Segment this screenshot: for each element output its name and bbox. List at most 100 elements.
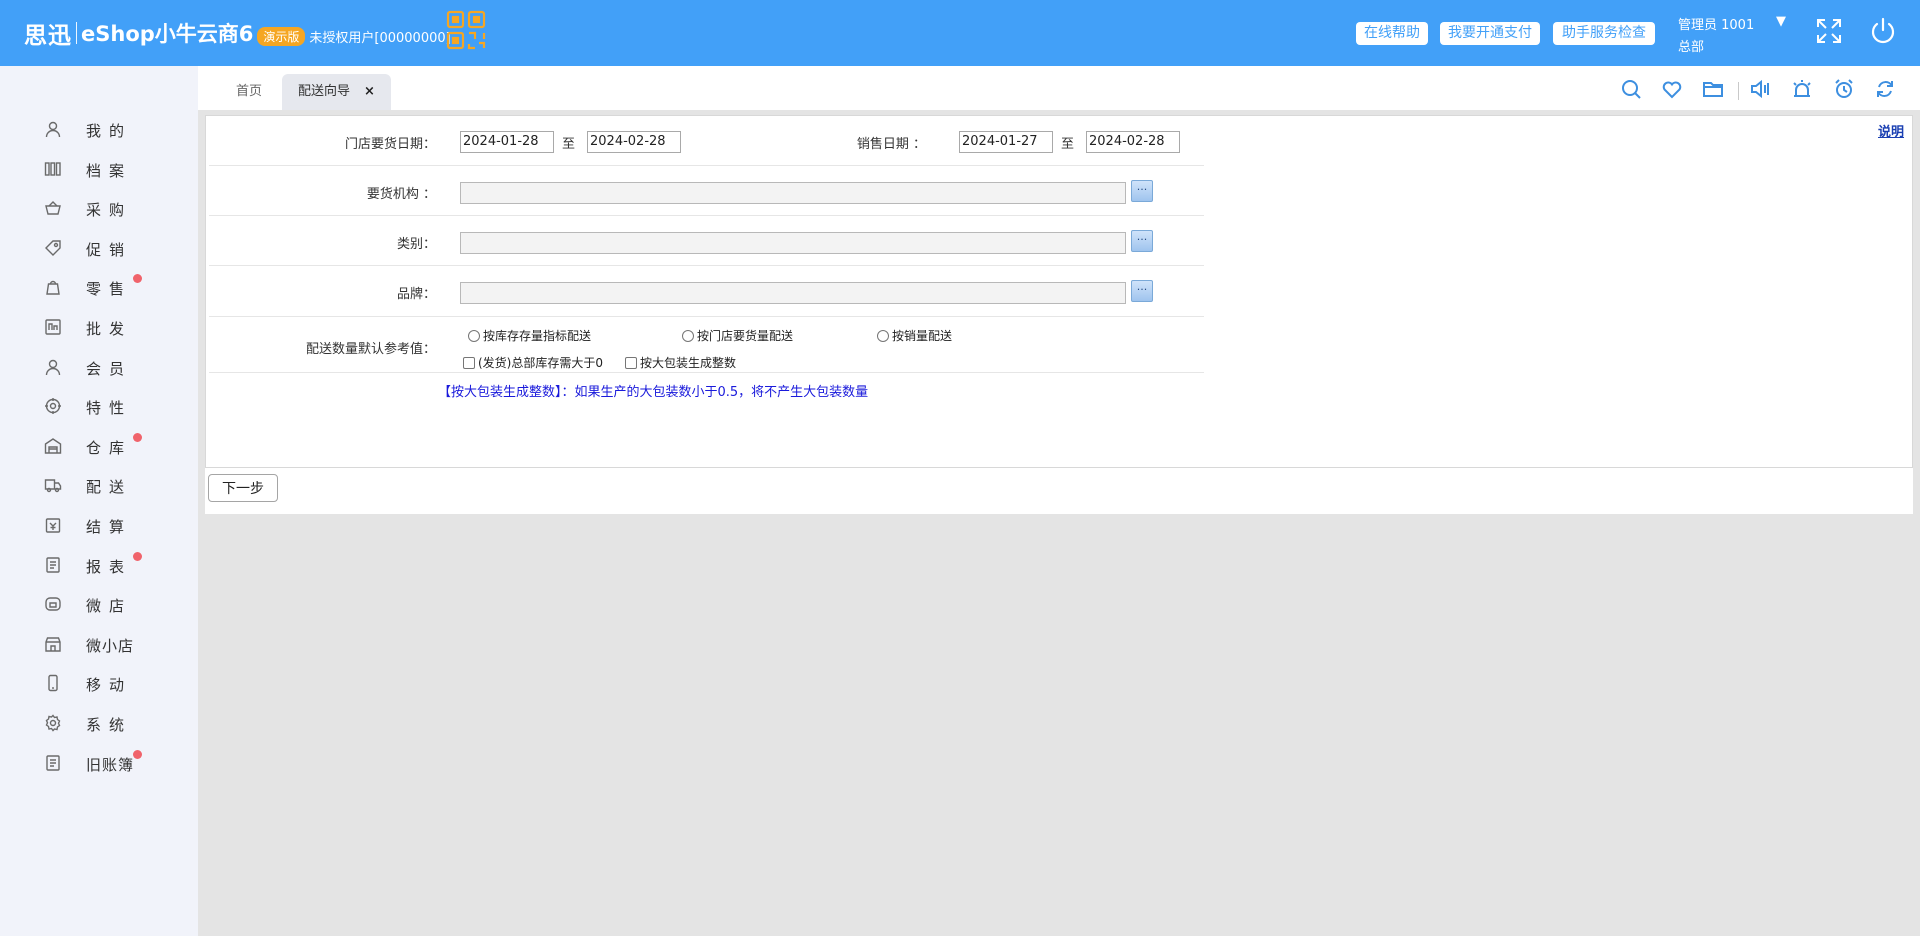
- archive-icon: [44, 161, 61, 176]
- sidebar-item-0[interactable]: 我的: [0, 114, 198, 144]
- tab-bar: 首页 配送向导 ×: [198, 66, 1920, 110]
- tab-home[interactable]: 首页: [236, 74, 262, 110]
- sidebar-item-16[interactable]: 旧账簿: [0, 748, 198, 778]
- radio-circle[interactable]: [877, 329, 889, 342]
- notification-dot: [133, 551, 142, 561]
- truck-icon: [44, 479, 62, 493]
- sidebar-item-label: 采购: [86, 201, 133, 220]
- user-icon: [45, 121, 61, 138]
- top-header: 思迅 eShop小牛云商6 演示版 未授权用户[00000000] 在线帮助 我…: [0, 0, 1920, 66]
- brand-label: 品牌：: [396, 287, 436, 302]
- row-divider: [209, 372, 1204, 373]
- category-input[interactable]: [460, 232, 1126, 254]
- brand-name: eShop小牛云商6: [81, 22, 254, 46]
- sidebar-item-2[interactable]: 采购: [0, 193, 198, 223]
- notification-dot: [133, 749, 142, 759]
- sidebar-item-label: 会员: [86, 359, 133, 378]
- store-date-from-input[interactable]: 2024-01-28: [460, 131, 554, 153]
- wholesale-icon: [45, 319, 61, 335]
- assistant-check-button[interactable]: 助手服务检查: [1553, 22, 1655, 45]
- sidebar-item-10[interactable]: 结算: [0, 510, 198, 540]
- org-input[interactable]: [460, 182, 1126, 204]
- sidebar-item-6[interactable]: 会员: [0, 352, 198, 382]
- sidebar-item-label: 配送: [86, 478, 133, 497]
- demo-badge: 演示版: [257, 26, 306, 46]
- speaker-icon[interactable]: [1749, 78, 1771, 100]
- search-icon[interactable]: [1620, 78, 1642, 100]
- brand-logo: 思迅 eShop小牛云商6 演示版 未授权用户[00000000]: [24, 16, 451, 50]
- settlement-icon: [45, 518, 61, 533]
- sidebar-item-12[interactable]: 微店: [0, 589, 198, 619]
- checkbox-box[interactable]: [463, 356, 475, 369]
- sidebar-item-label: 零售: [86, 280, 133, 299]
- open-payment-button[interactable]: 我要开通支付: [1440, 22, 1540, 45]
- sidebar-item-label: 结算: [86, 518, 133, 536]
- sidebar-item-9[interactable]: 配送: [0, 470, 198, 500]
- category-label: 类别：: [396, 237, 436, 252]
- next-step-button[interactable]: 下一步: [208, 474, 278, 502]
- user-dropdown-icon[interactable]: ▼: [1776, 14, 1786, 29]
- tab-delivery-wizard[interactable]: 配送向导 ×: [282, 74, 391, 110]
- sidebar-item-label: 微店: [86, 597, 133, 616]
- power-icon[interactable]: [1868, 16, 1898, 46]
- tag-icon: [45, 240, 61, 256]
- check-hq-stock[interactable]: (发货)总部库存需大于0: [463, 354, 603, 371]
- sidebar-item-13[interactable]: 微小店: [0, 629, 198, 659]
- user-org: 总部: [1678, 40, 1705, 55]
- brand-picker-button[interactable]: ···: [1131, 280, 1153, 302]
- sidebar-item-1[interactable]: 档案: [0, 154, 198, 184]
- unauthorized-user-text: 未授权用户[00000000]: [309, 30, 451, 46]
- checkbox-box[interactable]: [625, 356, 637, 369]
- row-divider: [209, 316, 1204, 317]
- ledger-icon: [46, 754, 60, 771]
- feature-icon: [45, 398, 61, 415]
- store-date-to-input[interactable]: 2024-02-28: [587, 131, 681, 153]
- alarm-clock-icon[interactable]: [1833, 78, 1855, 100]
- sales-date-from-input[interactable]: 2024-01-27: [959, 131, 1053, 153]
- radio-circle[interactable]: [468, 329, 480, 342]
- radio-by-stock[interactable]: 按库存存量指标配送: [468, 327, 591, 344]
- radio-circle[interactable]: [682, 329, 694, 342]
- bag-icon: [46, 281, 60, 296]
- store-date-to-word: 至: [562, 137, 576, 152]
- sidebar-item-5[interactable]: 批发: [0, 312, 198, 342]
- org-picker-button[interactable]: ···: [1131, 180, 1153, 202]
- sidebar-item-7[interactable]: 特性: [0, 391, 198, 421]
- tab-close-icon[interactable]: ×: [364, 84, 375, 99]
- category-picker-button[interactable]: ···: [1131, 230, 1153, 252]
- notification-dot: [133, 432, 142, 442]
- online-help-button[interactable]: 在线帮助: [1356, 22, 1428, 45]
- settings-icon: [45, 714, 61, 732]
- sidebar-item-label: 系统: [86, 716, 133, 734]
- heart-icon[interactable]: [1661, 78, 1683, 100]
- sales-date-to-input[interactable]: 2024-02-28: [1086, 131, 1180, 153]
- brand-input[interactable]: [460, 282, 1126, 304]
- row-divider: [209, 165, 1204, 166]
- sidebar-item-8[interactable]: 仓库: [0, 431, 198, 461]
- sidebar-item-11[interactable]: 报表: [0, 550, 198, 580]
- warehouse-icon: [44, 437, 62, 454]
- radio-by-sales[interactable]: 按销量配送: [877, 327, 952, 344]
- toolbar-separator: [1738, 82, 1739, 100]
- sales-date-label: 销售日期 ：: [856, 137, 926, 152]
- sales-date-to-word: 至: [1061, 137, 1075, 152]
- check-big-package-label: 按大包装生成整数: [640, 356, 737, 370]
- sidebar-item-4[interactable]: 零售: [0, 272, 198, 302]
- member-icon: [45, 359, 61, 375]
- refresh-icon[interactable]: [1874, 78, 1896, 100]
- check-big-package[interactable]: 按大包装生成整数: [625, 354, 736, 371]
- mobile-icon: [48, 675, 58, 692]
- sidebar-item-14[interactable]: 移动: [0, 668, 198, 698]
- sidebar-item-15[interactable]: 系统: [0, 708, 198, 738]
- brand-cn: 思迅: [24, 23, 72, 49]
- sidebar-item-3[interactable]: 促销: [0, 233, 198, 263]
- fullscreen-icon[interactable]: [1814, 16, 1844, 46]
- folder-icon[interactable]: [1702, 78, 1724, 100]
- sidebar-item-label: 批发: [86, 320, 133, 338]
- radio-by-store-request[interactable]: 按门店要货量配送: [682, 327, 793, 344]
- qr-code-icon[interactable]: [446, 10, 486, 50]
- store-date-label: 门店要货日期：: [344, 137, 436, 152]
- alarm-light-icon[interactable]: [1791, 78, 1813, 100]
- help-link[interactable]: 说明: [1878, 121, 1904, 140]
- user-name[interactable]: 管理员 1001: [1678, 14, 1754, 33]
